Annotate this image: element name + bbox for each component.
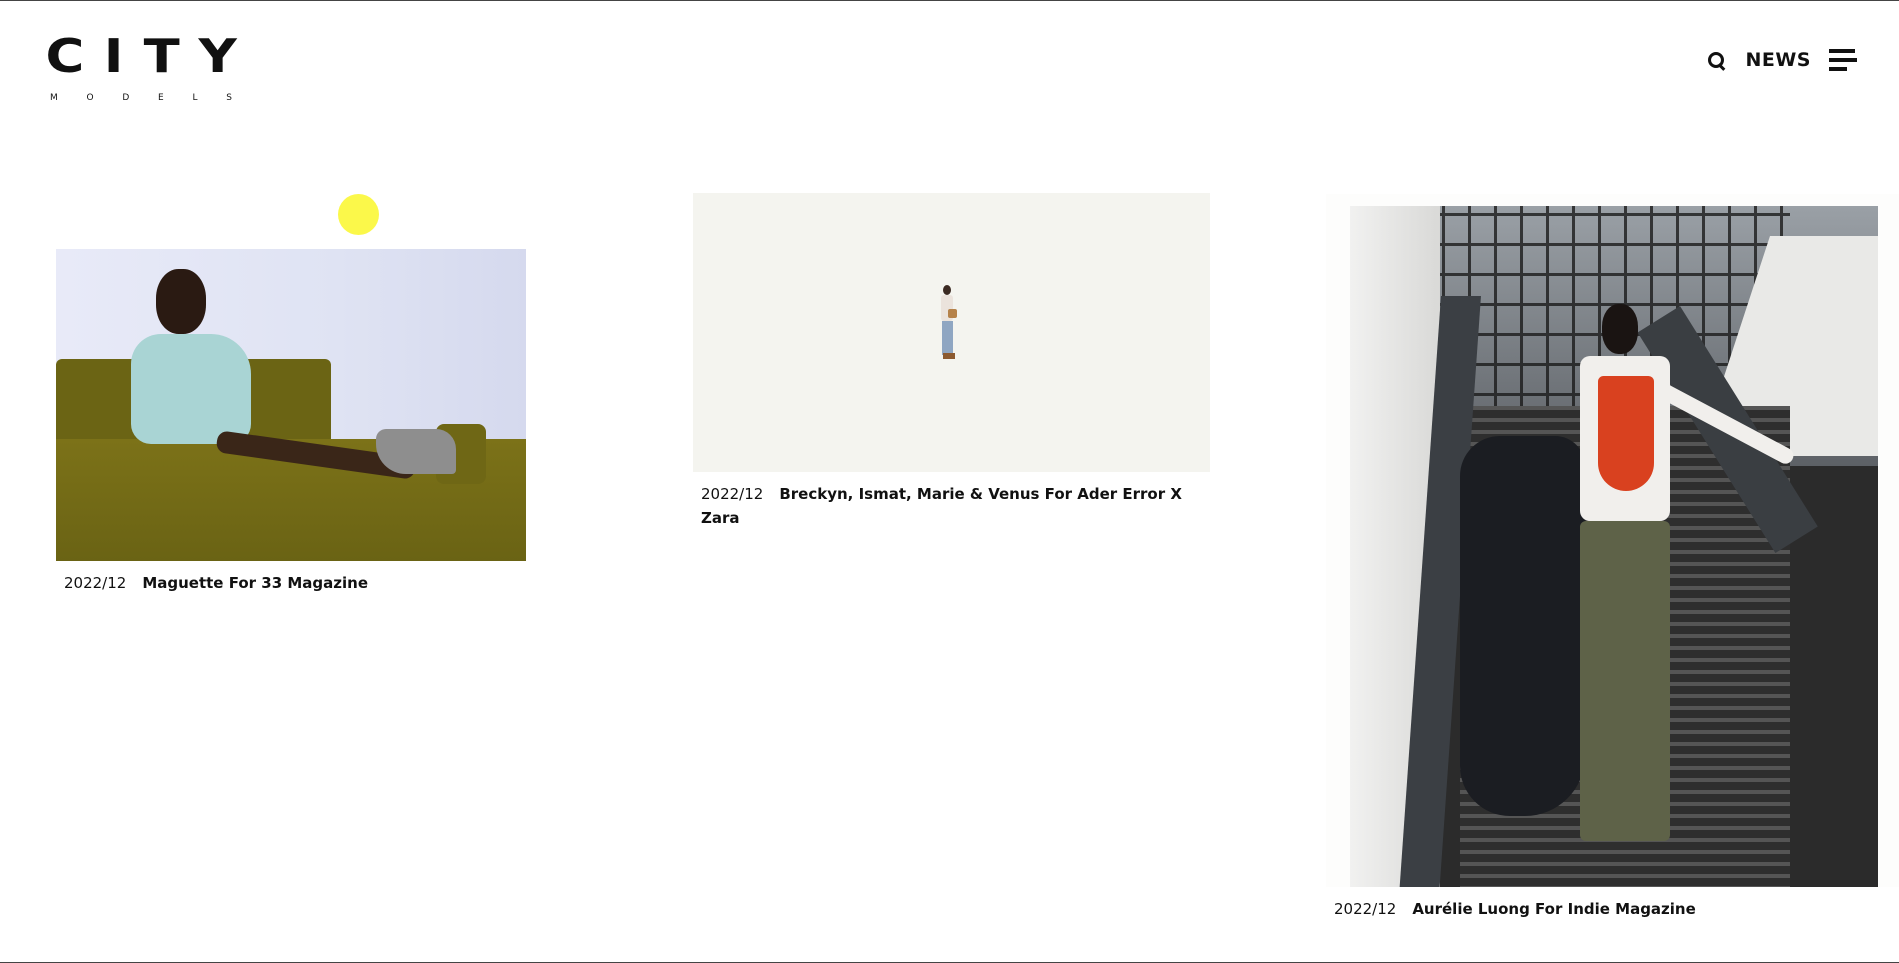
photo-model-head: [156, 269, 206, 334]
figure-shoes: [943, 353, 955, 359]
header-nav: NEWS: [1705, 49, 1857, 71]
logo-sub-letter: O: [86, 93, 94, 103]
news-title[interactable]: Maguette For 33 Magazine: [142, 574, 368, 592]
logo-letter: C: [45, 29, 85, 83]
logo-letter: Y: [198, 29, 237, 83]
figure-head: [943, 285, 951, 295]
menu-bar: [1829, 67, 1847, 71]
scene-model-head: [1602, 304, 1638, 354]
photo-model-figure: [940, 285, 957, 361]
news-title[interactable]: Aurélie Luong For Indie Magazine: [1412, 900, 1695, 918]
search-icon[interactable]: [1705, 49, 1727, 71]
city-models-logo[interactable]: C I T Y M O D E L S: [45, 29, 237, 103]
news-card[interactable]: 2022/12 Maguette For 33 Magazine: [56, 249, 526, 595]
photo-escalator-scene: [1350, 206, 1878, 887]
figure-bag: [948, 309, 957, 318]
news-link[interactable]: NEWS: [1745, 49, 1811, 71]
news-caption: 2022/12 Breckyn, Ismat, Marie & Venus For…: [693, 482, 1210, 530]
news-card[interactable]: 2022/12 Breckyn, Ismat, Marie & Venus For…: [693, 193, 1210, 530]
scene-model-pants: [1580, 521, 1670, 841]
news-caption: 2022/12 Aurélie Luong For Indie Magazine: [1326, 897, 1899, 921]
logo-sub-letter: M: [50, 93, 58, 103]
scene-red-paint: [1598, 376, 1654, 491]
logo-sub-letter: E: [158, 93, 164, 103]
menu-bar: [1829, 49, 1855, 53]
logo-subtitle: M O D E L S: [48, 93, 234, 103]
logo-letter: T: [143, 29, 180, 83]
news-title[interactable]: Breckyn, Ismat, Marie & Venus For Ader E…: [701, 485, 1182, 527]
hamburger-icon[interactable]: [1829, 49, 1857, 71]
news-date: 2022/12: [64, 574, 127, 592]
scene-garment-bag: [1460, 436, 1585, 816]
logo-sub-letter: S: [226, 93, 232, 103]
photo-model-boot: [376, 429, 456, 474]
photo-model-dress: [131, 334, 251, 444]
logo-wordmark: C I T Y: [45, 29, 237, 83]
logo-sub-letter: L: [192, 93, 198, 103]
news-card[interactable]: 2022/12 Aurélie Luong For Indie Magazine: [1326, 194, 1899, 921]
logo-sub-letter: D: [122, 93, 130, 103]
news-date: 2022/12: [1334, 900, 1397, 918]
cursor-dot: [338, 194, 379, 235]
menu-bar: [1829, 58, 1857, 62]
figure-jeans: [942, 321, 953, 355]
logo-letter: I: [103, 29, 124, 83]
news-date: 2022/12: [701, 485, 764, 503]
news-photo[interactable]: [1326, 194, 1899, 887]
news-photo[interactable]: [56, 249, 526, 561]
news-caption: 2022/12 Maguette For 33 Magazine: [56, 571, 526, 595]
news-photo[interactable]: [693, 193, 1210, 472]
